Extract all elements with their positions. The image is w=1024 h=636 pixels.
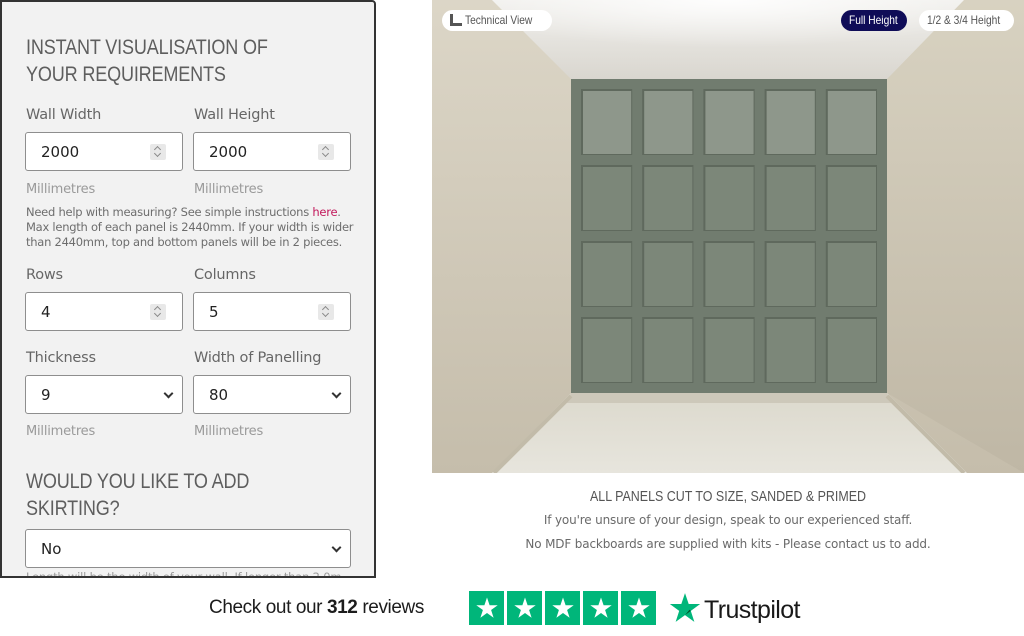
star-icon <box>627 597 650 618</box>
rating-star <box>507 591 542 625</box>
technical-view-button[interactable]: Technical View <box>442 10 553 31</box>
chevron-down-icon[interactable] <box>331 542 342 553</box>
floor-skirting-shadow <box>566 393 892 403</box>
chevron-down-icon[interactable] <box>331 388 342 399</box>
star-icon <box>513 597 536 618</box>
panel-inset <box>644 167 693 230</box>
skirting-title-line-1: WOULD YOU LIKE TO ADD <box>26 470 250 493</box>
wall-width-value[interactable]: 2000 <box>41 143 79 161</box>
rating-star <box>583 591 618 625</box>
thickness-select[interactable]: 9 <box>25 375 183 414</box>
reviews-text[interactable]: Check out our 312 reviews <box>209 597 424 619</box>
panel-inset <box>766 319 815 382</box>
wall-height-label: Wall Height <box>194 107 275 123</box>
wall-height-input[interactable]: 2000 <box>193 132 351 171</box>
skirting-note: Length will be the width of your wall. I… <box>26 570 342 578</box>
full-height-button[interactable]: Full Height <box>841 10 907 31</box>
panelling-width-label: Width of Panelling <box>194 350 322 366</box>
chevron-down-icon[interactable] <box>163 388 174 399</box>
panel-inset <box>827 319 876 382</box>
panel-inset <box>827 243 876 306</box>
skirting-title: WOULD YOU LIKE TO ADD SKIRTING? <box>26 468 249 522</box>
wall-height-value[interactable]: 2000 <box>209 143 247 161</box>
star-rating <box>469 591 656 625</box>
wall-width-label: Wall Width <box>26 107 102 123</box>
panel-inset <box>583 319 632 382</box>
notes-line-1: If you're unsure of your design, speak t… <box>543 513 913 527</box>
skirting-title-line-2: SKIRTING? <box>26 497 120 520</box>
skirting-value[interactable]: No <box>41 540 61 558</box>
trustpilot-banner[interactable]: Check out our 312 reviews Trustpilot <box>0 578 1024 636</box>
stepper-icon[interactable] <box>150 304 166 320</box>
panel-inset <box>827 167 876 230</box>
panel-inset <box>705 167 754 230</box>
stepper-icon[interactable] <box>318 144 334 160</box>
star-icon <box>589 597 612 618</box>
panel-inset <box>583 243 632 306</box>
instructions-link[interactable]: here <box>312 205 337 219</box>
title-line-1: INSTANT VISUALISATION OF <box>26 36 268 59</box>
columns-label: Columns <box>194 267 256 283</box>
panel-inset <box>827 91 876 154</box>
room-render <box>432 0 1024 473</box>
full-height-label: Full Height <box>849 13 898 27</box>
trustpilot-star-icon <box>669 592 701 622</box>
panel-inset <box>644 91 693 154</box>
panel-inset <box>766 91 815 154</box>
measuring-help-text: Need help with measuring? See simple ins… <box>26 205 356 250</box>
technical-view-label: Technical View <box>465 13 533 27</box>
panel-inset <box>705 91 754 154</box>
stepper-icon[interactable] <box>318 304 334 320</box>
panel-inset <box>705 319 754 382</box>
room-visualisation: Technical View Full Height 1/2 & 3/4 Hei… <box>432 0 1024 473</box>
panel-inset <box>583 167 632 230</box>
trustpilot-logo[interactable]: Trustpilot <box>668 590 800 625</box>
panelling-width-select[interactable]: 80 <box>193 375 351 414</box>
reviews-prefix: Check out our <box>209 597 327 618</box>
wall-width-input[interactable]: 2000 <box>25 132 183 171</box>
thickness-value[interactable]: 9 <box>41 386 51 404</box>
help-prefix: Need help with measuring? See simple ins… <box>26 205 313 219</box>
panel-inset <box>644 319 693 382</box>
panel-inset <box>766 243 815 306</box>
star-icon <box>475 597 498 618</box>
review-count: 312 <box>326 597 358 618</box>
panelling-width-unit: Millimetres <box>194 424 264 439</box>
rating-star <box>469 591 504 625</box>
thickness-unit: Millimetres <box>26 424 96 439</box>
columns-input[interactable]: 5 <box>193 292 351 331</box>
notes-line-2: No MDF backboards are supplied with kits… <box>525 537 931 551</box>
wall-width-unit: Millimetres <box>26 182 96 197</box>
panelling-width-value[interactable]: 80 <box>209 386 228 404</box>
partial-height-label: 1/2 & 3/4 Height <box>927 13 1001 27</box>
panel-inset <box>583 91 632 154</box>
notes-heading: ALL PANELS CUT TO SIZE, SANDED & PRIMED <box>589 488 867 505</box>
panel-inset <box>644 243 693 306</box>
trustpilot-wordmark: Trustpilot <box>704 596 800 624</box>
star-icon <box>551 597 574 618</box>
configurator-panel: INSTANT VISUALISATION OF YOUR REQUIREMEN… <box>0 0 376 578</box>
reviews-suffix: reviews <box>357 597 424 618</box>
columns-value[interactable]: 5 <box>209 303 219 321</box>
rows-input[interactable]: 4 <box>25 292 183 331</box>
rating-star <box>621 591 656 625</box>
thickness-label: Thickness <box>26 350 96 366</box>
title-line-2: YOUR REQUIREMENTS <box>26 63 226 86</box>
panel-inset <box>766 167 815 230</box>
ruler-icon <box>450 14 462 26</box>
partial-height-button[interactable]: 1/2 & 3/4 Height <box>919 10 1014 31</box>
wall-height-unit: Millimetres <box>194 182 264 197</box>
configurator-title: INSTANT VISUALISATION OF YOUR REQUIREMEN… <box>26 34 268 88</box>
panel-inset <box>705 243 754 306</box>
stepper-icon[interactable] <box>150 144 166 160</box>
skirting-select[interactable]: No <box>25 529 351 568</box>
rating-star <box>545 591 580 625</box>
rows-label: Rows <box>26 267 63 283</box>
rows-value[interactable]: 4 <box>41 303 51 321</box>
